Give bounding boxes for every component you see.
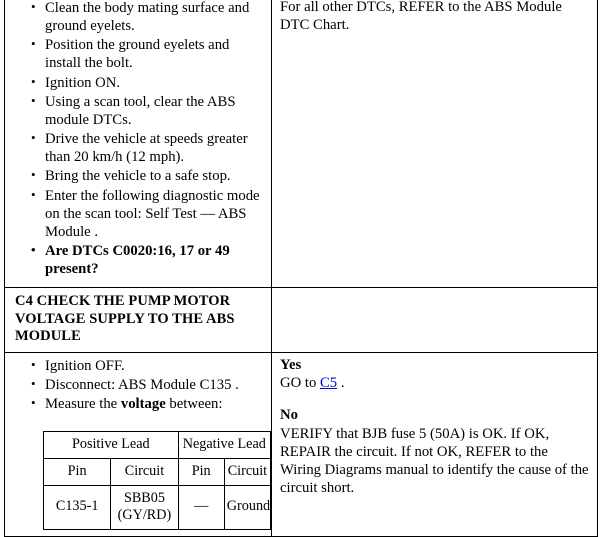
list-item-measure: Measure the voltage between: [31,394,265,413]
c4-actions-cell: Ignition OFF. Disconnect: ABS Module C13… [4,352,272,537]
other-dtcs-note: For all other DTCs, REFER to the ABS Mod… [280,0,562,34]
yes-action-prefix: GO to [280,375,320,392]
yes-label: Yes [280,357,302,374]
list-item: Using a scan tool, clear the ABS module … [31,92,265,129]
table-row-c4-body: Ignition OFF. Disconnect: ABS Module C13… [4,352,598,537]
previous-step-result: For all other DTCs, REFER to the ABS Mod… [272,0,597,286]
c4-step-list: Ignition OFF. Disconnect: ABS Module C13… [11,356,265,413]
cell-positive-circuit: SBB05 (GY/RD) [110,484,179,530]
measure-emphasis: voltage [120,396,166,413]
col-header-negative-pin: Pin [177,457,225,486]
col-header-positive-pin: Pin [42,457,112,486]
list-item: Ignition ON. [31,73,265,92]
previous-step-list: Clean the body mating surface and ground… [11,0,265,278]
previous-step-actions: Clean the body mating surface and ground… [5,0,271,287]
measure-prefix: Measure the [45,396,121,413]
c4-header-empty-cell [271,286,598,354]
cell-negative-circuit: Ground [223,484,272,530]
measurement-column-header-row: Pin Circuit Pin Circuit [42,457,272,486]
measure-suffix: between: [165,396,223,413]
cell-positive-pin: C135-1 [42,484,112,530]
table-row-c4-header: C4 CHECK THE PUMP MOTOR VOLTAGE SUPPLY T… [4,286,598,354]
list-item: Clean the body mating surface and ground… [31,0,265,35]
negative-lead-header: Negative Lead [177,430,272,459]
link-c5[interactable]: C5 [320,375,337,391]
c4-actions: Ignition OFF. Disconnect: ABS Module C13… [5,353,272,536]
c4-results: Yes GO to C5 . No VERIFY that BJB fuse 5… [272,353,597,503]
c4-header-cell: C4 CHECK THE PUMP MOTOR VOLTAGE SUPPLY T… [4,286,272,354]
diagnostic-table: Clean the body mating surface and ground… [4,0,598,537]
list-item: Position the ground eyelets and install … [31,35,265,72]
positive-lead-header: Positive Lead [43,430,179,459]
c4-result-cell: Yes GO to C5 . No VERIFY that BJB fuse 5… [271,352,598,537]
col-header-negative-circuit: Circuit [223,457,272,486]
yes-action: GO to C5 . [280,374,591,392]
table-row: C135-1 SBB05 (GY/RD) — Ground [42,484,272,530]
table-row-previous-step: Clean the body mating surface and ground… [4,0,598,288]
list-item: Disconnect: ABS Module C135 . [31,375,265,394]
previous-step-actions-cell: Clean the body mating surface and ground… [4,0,272,288]
list-item: Ignition OFF. [31,356,265,375]
col-header-positive-circuit: Circuit [110,457,179,486]
page-root: Clean the body mating surface and ground… [0,0,605,537]
measurement-group-header-row: Positive Lead Negative Lead [43,430,272,459]
previous-step-result-cell: For all other DTCs, REFER to the ABS Mod… [271,0,598,288]
no-label: No [280,407,298,424]
list-item: Drive the vehicle at speeds greater than… [31,129,265,166]
c4-step-title: C4 CHECK THE PUMP MOTOR VOLTAGE SUPPLY T… [15,293,235,345]
measurement-table: Positive Lead Negative Lead Pin Circuit … [42,430,272,530]
list-item: Bring the vehicle to a safe stop. [31,166,265,185]
list-item-question: Are DTCs C0020:16, 17 or 49 present? [31,241,265,278]
cell-negative-pin: — [177,484,225,530]
measurement-table-wrap: Positive Lead Negative Lead Pin Circuit … [11,415,272,530]
yes-action-suffix: . [337,375,345,392]
no-action: VERIFY that BJB fuse 5 (50A) is OK. If O… [280,425,589,496]
list-item: Enter the following diagnostic mode on t… [31,186,265,241]
c4-header-empty [272,288,597,315]
